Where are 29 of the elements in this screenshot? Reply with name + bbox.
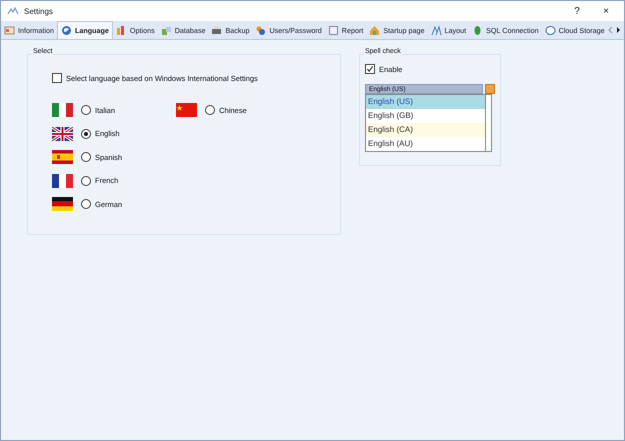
- france-flag-icon: [52, 174, 73, 188]
- users-icon: [255, 24, 266, 36]
- china-flag-icon: [176, 103, 198, 117]
- scroll-right-icon[interactable]: [616, 26, 621, 34]
- radio-button[interactable]: [81, 199, 91, 209]
- radio-button[interactable]: [81, 128, 91, 138]
- home-icon: [369, 24, 380, 36]
- germany-flag-icon: [52, 197, 73, 211]
- document-icon: [4, 24, 15, 36]
- list-item[interactable]: English (GB): [366, 109, 485, 123]
- close-button[interactable]: ×: [594, 6, 618, 16]
- chart-icon: [116, 24, 127, 36]
- app-icon: [7, 7, 19, 15]
- globe-icon: [60, 25, 72, 36]
- spain-flag-icon: [52, 150, 73, 164]
- list-item[interactable]: English (US): [366, 95, 485, 109]
- radio-button[interactable]: [81, 176, 91, 186]
- radio-button[interactable]: [205, 105, 216, 115]
- list-item[interactable]: English (AU): [366, 137, 485, 151]
- radio-button[interactable]: [81, 152, 91, 162]
- radio-button[interactable]: [81, 105, 91, 115]
- uk-flag-icon: [52, 126, 73, 140]
- printer-icon: [211, 24, 222, 36]
- window-title: Settings: [24, 6, 53, 16]
- italy-flag-icon: [52, 103, 73, 117]
- checkbox[interactable]: [52, 73, 62, 83]
- list-item[interactable]: English (CA): [366, 123, 485, 137]
- checkbox[interactable]: [365, 64, 375, 74]
- help-button[interactable]: ?: [565, 6, 589, 16]
